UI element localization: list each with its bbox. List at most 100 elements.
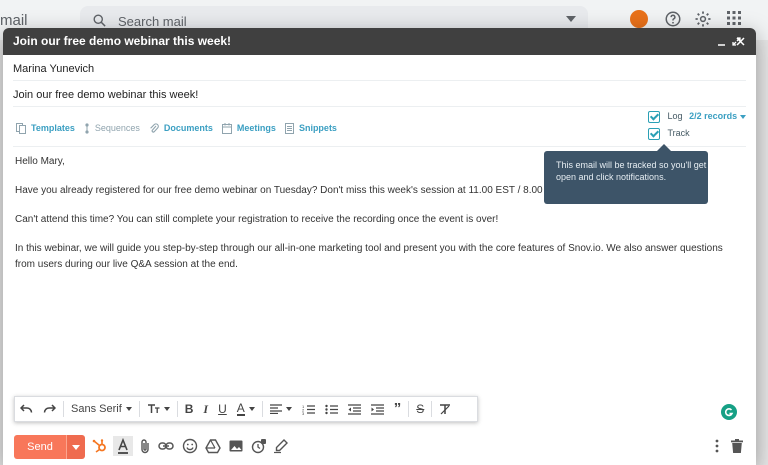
font-chevron-down-icon <box>125 407 132 411</box>
text-color-button[interactable]: A <box>232 397 260 421</box>
compose-header[interactable]: Join our free demo webinar this week! <box>3 28 756 55</box>
settings-gear-icon[interactable] <box>694 10 712 28</box>
indent-more-icon <box>370 403 384 415</box>
minimize-icon[interactable] <box>717 37 726 46</box>
meetings-button[interactable]: Meetings <box>221 122 276 134</box>
bold-icon: B <box>184 402 194 416</box>
templates-icon <box>16 122 26 134</box>
underline-button[interactable]: U <box>213 397 232 421</box>
italic-icon: I <box>203 401 209 416</box>
log-checkbox[interactable] <box>648 111 660 123</box>
more-options-icon[interactable] <box>715 439 719 453</box>
insert-link-icon[interactable] <box>158 438 174 454</box>
signature-pen-icon[interactable] <box>273 438 289 454</box>
records-dropdown[interactable]: 2/2 records <box>689 111 737 121</box>
send-button[interactable]: Send <box>14 435 66 459</box>
italic-button[interactable]: I <box>198 397 213 421</box>
text-format-icon <box>118 437 128 454</box>
indent-less-icon <box>347 403 361 415</box>
bulleted-list-button[interactable] <box>320 397 343 421</box>
sequences-icon <box>85 122 89 134</box>
meetings-label: Meetings <box>236 123 276 133</box>
insert-photo-icon[interactable] <box>228 438 244 454</box>
apps-grid-icon[interactable] <box>726 10 742 26</box>
body-paragraph-3[interactable]: In this webinar, we will guide you step-… <box>15 241 745 257</box>
attach-file-icon[interactable] <box>139 438 151 454</box>
log-label: Log <box>667 111 683 122</box>
body-paragraph-2[interactable]: Can't attend this time? You can still co… <box>15 212 745 228</box>
snippets-icon <box>284 122 294 134</box>
tracking-tooltip: This email will be tracked so you'll get… <box>544 144 708 204</box>
search-input[interactable]: Search mail <box>118 14 187 29</box>
quote-button[interactable]: ” <box>389 397 407 421</box>
records-chevron-down-icon[interactable] <box>740 115 747 119</box>
indent-less-button[interactable] <box>343 397 366 421</box>
to-divider <box>13 80 746 81</box>
strikethrough-button[interactable]: S <box>411 397 429 421</box>
documents-button[interactable]: Documents <box>149 122 213 134</box>
formatting-options-button[interactable] <box>113 436 133 456</box>
undo-button[interactable] <box>15 397 38 421</box>
track-label: Track <box>667 128 690 139</box>
sequences-label: Sequences <box>94 123 140 133</box>
redo-button[interactable] <box>38 397 61 421</box>
bold-button[interactable]: B <box>180 397 199 421</box>
strikethrough-icon: S <box>416 402 425 416</box>
text-size-icon <box>147 404 160 413</box>
help-icon[interactable] <box>664 10 682 28</box>
font-family-select[interactable]: Sans Serif <box>66 397 137 421</box>
snippets-label: Snippets <box>298 123 337 133</box>
toolbar-separator <box>261 401 263 417</box>
templates-button[interactable]: Templates <box>16 122 75 134</box>
snippets-button[interactable]: Snippets <box>284 122 337 134</box>
size-chevron-down-icon <box>163 407 170 411</box>
subject-divider <box>13 106 746 107</box>
align-button[interactable] <box>265 397 297 421</box>
align-chevron-down-icon <box>285 407 292 411</box>
toolbar-separator <box>176 401 178 417</box>
account-badge-icon[interactable] <box>630 10 648 28</box>
numbered-list-button[interactable]: 123 <box>297 397 320 421</box>
close-icon[interactable] <box>736 37 745 46</box>
gmail-logo-text: mail <box>0 12 28 29</box>
toolbar-separator <box>138 401 140 417</box>
text-color-icon: A <box>236 400 245 416</box>
grammarly-icon[interactable] <box>721 404 737 420</box>
numbered-list-icon: 123 <box>302 404 315 415</box>
indent-more-button[interactable] <box>366 397 389 421</box>
snov-toolbar: Templates Sequences Documents Meetings S… <box>16 121 346 135</box>
calendar-icon <box>221 122 232 134</box>
compose-window: Join our free demo webinar this week! Ma… <box>3 28 756 465</box>
confidential-mode-icon[interactable] <box>251 438 267 454</box>
toolbar-divider <box>13 146 746 147</box>
align-left-icon <box>269 404 282 414</box>
svg-text:3: 3 <box>302 411 305 415</box>
paperclip-icon <box>150 122 159 133</box>
quote-icon: ” <box>393 400 402 417</box>
search-options-icon[interactable] <box>566 16 576 22</box>
hubspot-icon[interactable] <box>92 438 108 454</box>
insert-emoji-icon[interactable] <box>182 438 198 454</box>
toolbar-separator <box>408 401 410 417</box>
toolbar-separator <box>431 401 433 417</box>
subject-field[interactable]: Join our free demo webinar this week! <box>13 89 198 101</box>
font-size-button[interactable] <box>142 397 175 421</box>
body-paragraph-3-cont[interactable]: from users during our live Q&A session a… <box>15 257 745 273</box>
clear-formatting-icon <box>440 403 451 414</box>
templates-label: Templates <box>31 123 75 133</box>
compose-title: Join our free demo webinar this week! <box>13 34 232 48</box>
send-options-button[interactable] <box>66 435 85 459</box>
bulleted-list-icon <box>325 404 338 414</box>
clear-formatting-button[interactable] <box>434 397 456 421</box>
sequences-button[interactable]: Sequences <box>84 122 140 134</box>
to-field[interactable]: Marina Yunevich <box>13 63 94 75</box>
redo-icon <box>43 404 56 413</box>
log-option[interactable]: Log 2/2 records <box>648 111 747 123</box>
documents-label: Documents <box>163 123 213 133</box>
track-checkbox[interactable] <box>648 128 660 140</box>
track-option[interactable]: Track <box>648 128 690 140</box>
google-drive-icon[interactable] <box>205 438 221 454</box>
toolbar-separator <box>63 401 64 417</box>
send-label: Send <box>27 441 53 453</box>
discard-draft-trash-icon[interactable] <box>731 439 743 453</box>
